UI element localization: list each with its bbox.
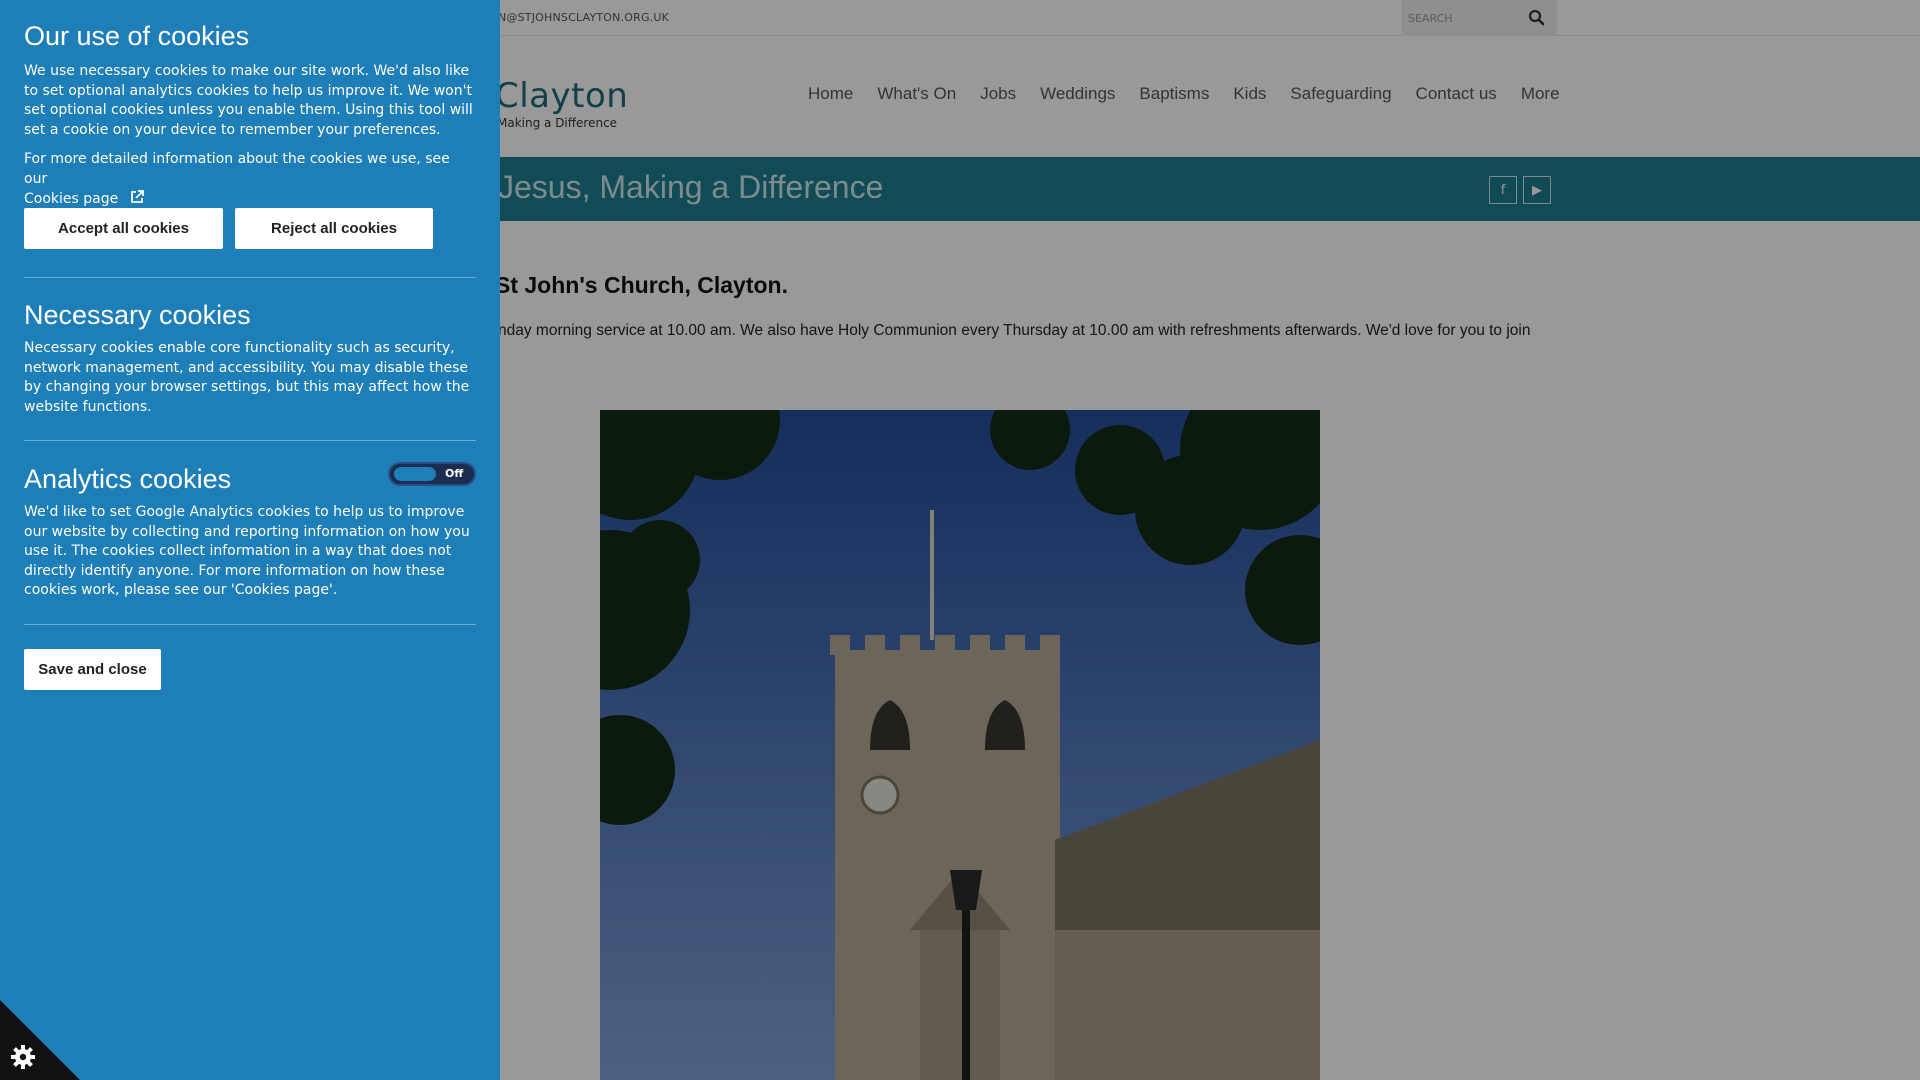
nav-more[interactable]: More (1521, 84, 1560, 104)
cookies-page-link-label: Cookies page (24, 191, 119, 207)
nav-baptisms[interactable]: Baptisms (1139, 84, 1209, 104)
divider (24, 440, 476, 441)
divider (24, 277, 476, 278)
necessary-cookies-text: Necessary cookies enable core functional… (24, 340, 470, 415)
save-and-close-button[interactable]: Save and close (24, 649, 161, 690)
nav-contact-us[interactable]: Contact us (1416, 84, 1497, 104)
logo-tagline: Making a Difference (497, 116, 618, 130)
toggle-knob (394, 467, 436, 481)
search-box (1402, 0, 1557, 36)
cookie-consent-panel: Our use of cookies We use necessary cook… (0, 0, 500, 1080)
necessary-cookies-title: Necessary cookies (24, 300, 251, 330)
search-icon[interactable] (1527, 8, 1547, 28)
divider (24, 624, 476, 625)
nav-kids[interactable]: Kids (1233, 84, 1266, 104)
cookie-panel-title: Our use of cookies (24, 21, 250, 51)
church-photo (600, 410, 1320, 1080)
logo-wordmark: Clayton (495, 76, 629, 116)
site-logo[interactable]: Clayton Making a Difference (495, 76, 628, 130)
search-input[interactable] (1402, 0, 1522, 36)
page-heading-bold: St John's Church, Clayton (495, 272, 782, 298)
cookie-settings-tab[interactable] (0, 1000, 80, 1080)
cookie-intro-text: We use necessary cookies to make our sit… (24, 63, 473, 138)
accept-all-cookies-button[interactable]: Accept all cookies (24, 208, 223, 249)
nav-home[interactable]: Home (808, 84, 853, 104)
page-heading-tail: . (781, 272, 788, 298)
analytics-cookies-toggle[interactable]: Off (388, 462, 476, 486)
cookie-icon (11, 1045, 35, 1069)
cookie-more-info-text: For more detailed information about the … (24, 151, 450, 187)
cookies-page-link[interactable]: Cookies page (24, 190, 145, 207)
nav-safeguarding[interactable]: Safeguarding (1290, 84, 1391, 104)
intro-paragraph: nday morning service at 10.00 am. We als… (498, 322, 1531, 339)
page-heading: St John's Church, Clayton. (495, 272, 788, 299)
cookie-more-info: For more detailed information about the … (24, 150, 476, 210)
contact-email[interactable]: N@STJOHNSCLAYTON.ORG.UK (498, 11, 669, 24)
banner-slogan: Jesus, Making a Difference (498, 169, 884, 205)
reject-all-cookies-button[interactable]: Reject all cookies (235, 208, 433, 249)
youtube-icon[interactable]: ▶ (1523, 176, 1551, 204)
toggle-state-label: Off (445, 467, 464, 480)
nav-jobs[interactable]: Jobs (980, 84, 1016, 104)
analytics-cookies-title: Analytics cookies (24, 464, 232, 494)
external-link-icon (130, 190, 144, 203)
facebook-icon[interactable]: f (1489, 176, 1517, 204)
analytics-cookies-text: We'd like to set Google Analytics cookie… (24, 504, 470, 598)
main-nav: Home What's On Jobs Weddings Baptisms Ki… (808, 84, 1584, 104)
nav-weddings[interactable]: Weddings (1040, 84, 1115, 104)
nav-whats-on[interactable]: What's On (877, 84, 956, 104)
